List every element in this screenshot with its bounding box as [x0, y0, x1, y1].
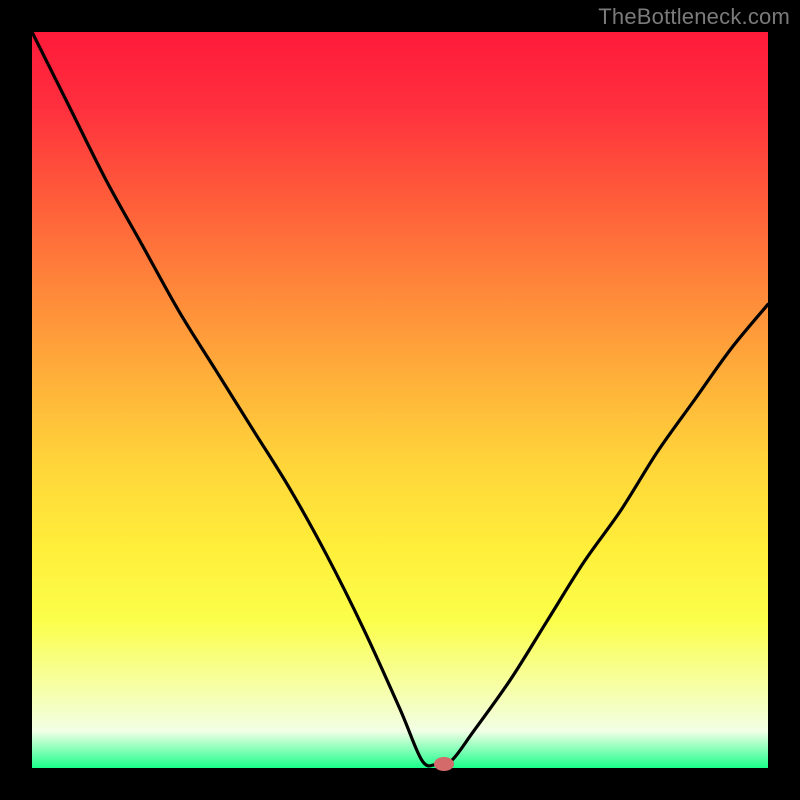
chart-frame: TheBottleneck.com	[0, 0, 800, 800]
bottleneck-curve	[32, 32, 768, 768]
watermark-label: TheBottleneck.com	[598, 4, 790, 30]
optimal-point-marker	[434, 757, 454, 771]
plot-area	[32, 32, 768, 768]
